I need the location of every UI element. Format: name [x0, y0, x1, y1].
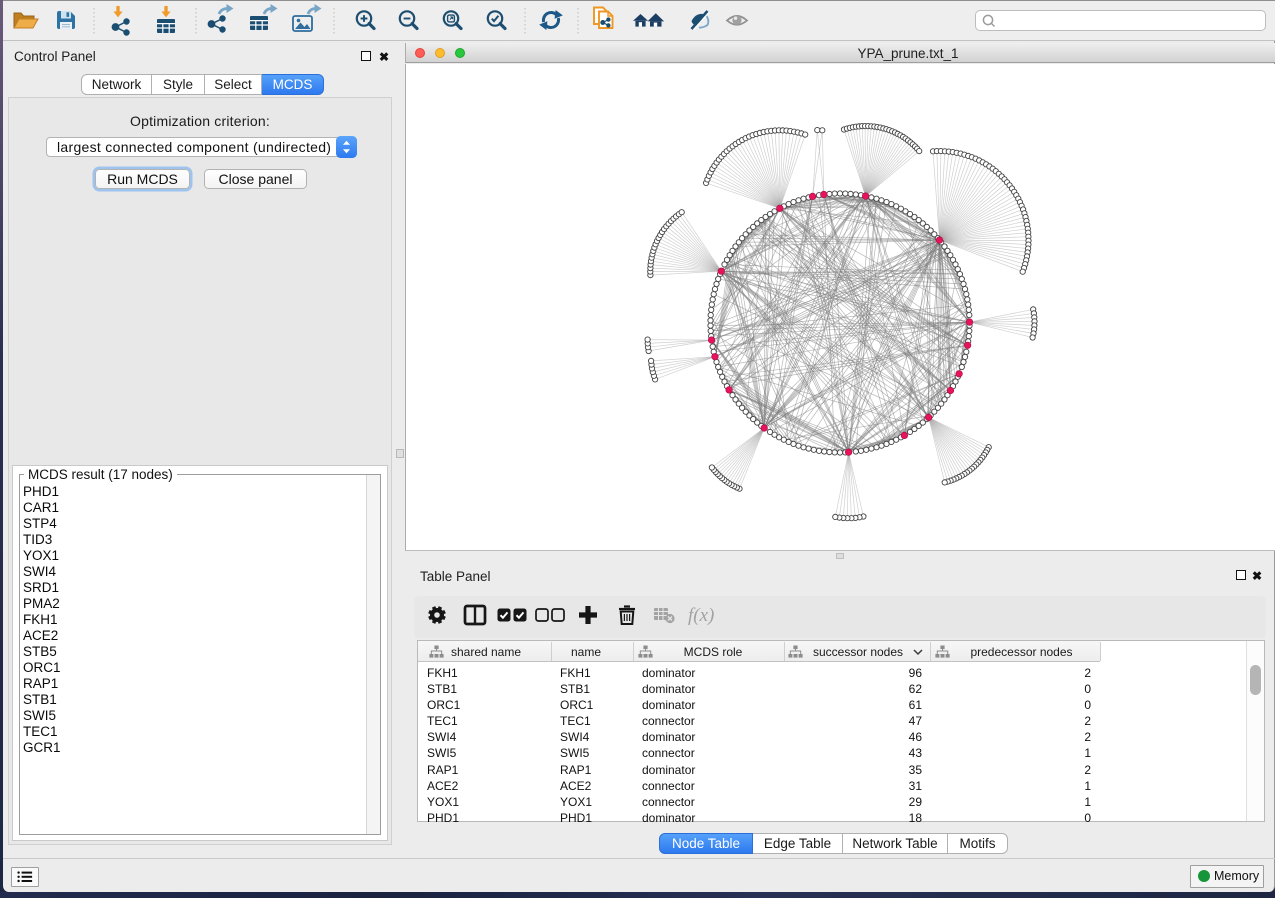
svg-text:f(x): f(x): [688, 605, 714, 626]
